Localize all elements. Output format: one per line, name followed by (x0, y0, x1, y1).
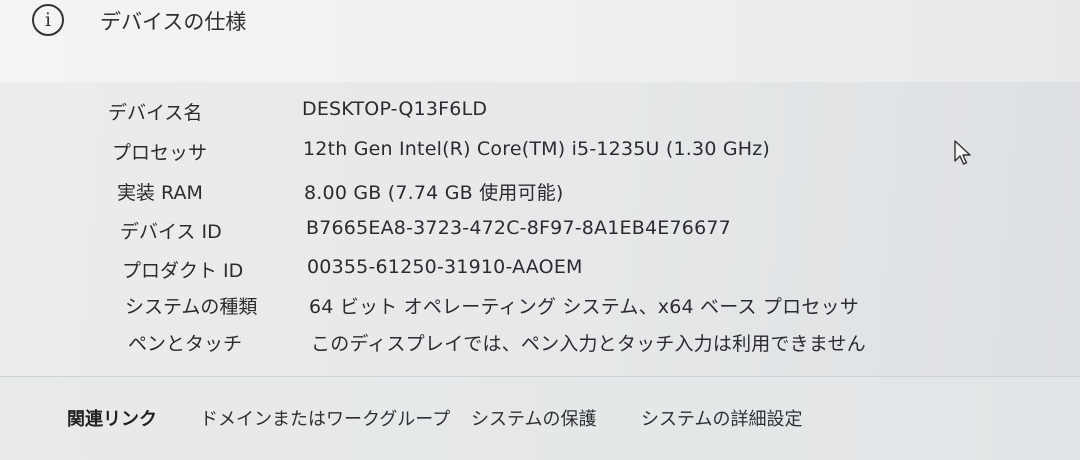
spec-label: プロダクト ID (122, 260, 244, 282)
spec-value[interactable]: 64 ビット オペレーティング システム、x64 ベース プロセッサ (309, 292, 859, 319)
spec-value[interactable]: このディスプレイでは、ペン入力とタッチ入力は利用できません (311, 329, 866, 356)
device-specs-header[interactable]: i デバイスの仕様 (0, 0, 1080, 83)
spec-label: デバイス名 (108, 102, 203, 124)
spec-label: デバイス ID (120, 221, 222, 243)
spec-row-pen-touch: ペンとタッチ このディスプレイでは、ペン入力とタッチ入力は利用できません (0, 329, 1000, 363)
spec-row-device-id: デバイス ID B7665EA8-3723-472C-8F97-8A1EB4E7… (0, 217, 1000, 251)
spec-row-ram: 実装 RAM 8.00 GB (7.74 GB 使用可能) (0, 178, 1000, 212)
spec-value[interactable]: DESKTOP-Q13F6LD (302, 98, 487, 120)
related-links-bar: 関連リンク ドメインまたはワークグループ システムの保護 システムの詳細設定 (0, 377, 1080, 460)
advanced-system-settings-link[interactable]: システムの詳細設定 (641, 405, 802, 431)
spec-row-processor: プロセッサ 12th Gen Intel(R) Core(TM) i5-1235… (0, 138, 1000, 172)
spec-value[interactable]: 00355-61250-31910-AAOEM (307, 256, 583, 278)
spec-label: システムの種類 (125, 296, 258, 318)
spec-value[interactable]: 12th Gen Intel(R) Core(TM) i5-1235U (1.3… (303, 138, 770, 160)
spec-row-product-id: プロダクト ID 00355-61250-31910-AAOEM (0, 256, 1000, 290)
spec-row-system-type: システムの種類 64 ビット オペレーティング システム、x64 ベース プロセ… (0, 292, 1000, 326)
spec-label: ペンとタッチ (128, 333, 243, 355)
spec-value[interactable]: 8.00 GB (7.74 GB 使用可能) (304, 178, 564, 205)
device-specs-panel: デバイス名 DESKTOP-Q13F6LD プロセッサ 12th Gen Int… (0, 82, 1080, 377)
mouse-pointer-icon (954, 140, 971, 165)
spec-row-device-name: デバイス名 DESKTOP-Q13F6LD (0, 98, 1000, 132)
domain-workgroup-link[interactable]: ドメインまたはワークグループ (200, 405, 450, 431)
section-title: デバイスの仕様 (100, 10, 247, 34)
info-icon: i (32, 4, 64, 36)
system-protection-link[interactable]: システムの保護 (471, 405, 596, 431)
spec-label: 実装 RAM (117, 182, 203, 204)
spec-value[interactable]: B7665EA8-3723-472C-8F97-8A1EB4E76677 (306, 217, 731, 239)
related-links-heading: 関連リンク (67, 409, 157, 430)
spec-label: プロセッサ (112, 142, 208, 164)
